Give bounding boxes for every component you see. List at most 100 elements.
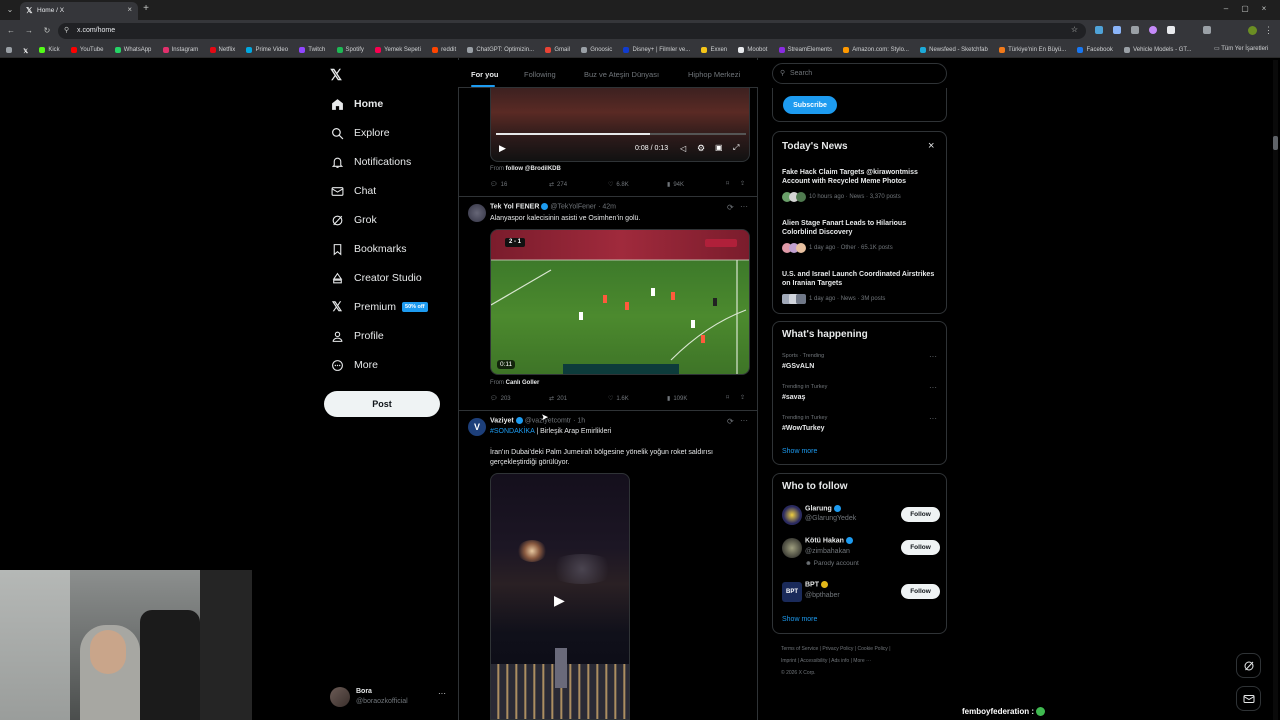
reply-button[interactable]: 💬︎ 16 bbox=[490, 181, 507, 189]
show-more-link[interactable]: Show more bbox=[782, 448, 817, 455]
forward-icon[interactable]: → bbox=[25, 27, 33, 35]
like-button[interactable]: ♡ 6.8K bbox=[608, 181, 629, 189]
bookmark-item[interactable]: StreamElements bbox=[778, 42, 832, 57]
nav-profile[interactable]: Profile bbox=[330, 325, 384, 347]
bookmark-item[interactable]: WhatsApp bbox=[114, 42, 151, 57]
bookmark-item[interactable]: Türkiye'nin En Büyü... bbox=[999, 42, 1066, 57]
nav-grok[interactable]: Grok bbox=[330, 209, 377, 231]
trend-item[interactable]: #GSvALN bbox=[782, 363, 814, 370]
follow-user-name[interactable]: Kötü Hakan bbox=[805, 537, 853, 544]
bookmark-item[interactable]: Amazon.com: Stylo... bbox=[843, 42, 909, 57]
chrome-menu-icon[interactable]: ⋮ bbox=[1264, 25, 1273, 36]
post-button[interactable]: Post bbox=[324, 391, 440, 417]
tweet-more-icon[interactable]: ··· bbox=[740, 416, 748, 425]
nav-notifications[interactable]: Notifications bbox=[330, 151, 411, 173]
tweet1-video[interactable]: ▶ 0:08 / 0:13 ◁ ⚙ ▣ ⤢ bbox=[490, 86, 750, 162]
tweet3-author-name[interactable]: Vaziyet bbox=[490, 417, 514, 424]
follow-button[interactable]: Follow bbox=[901, 584, 940, 599]
bookmark-item[interactable]: Gmail bbox=[545, 42, 570, 57]
tweet2-time[interactable]: 42m bbox=[602, 203, 616, 210]
trend-item[interactable]: #WowTurkey bbox=[782, 425, 825, 432]
nav-premium[interactable]: 𝕏 Premium 50% off bbox=[330, 296, 428, 318]
grok-floating-button[interactable] bbox=[1236, 653, 1261, 678]
bookmark-item[interactable]: YouTube bbox=[70, 42, 103, 57]
bookmark-item[interactable]: Moobot bbox=[738, 42, 767, 57]
search-input[interactable]: ⚲ Search bbox=[772, 63, 947, 84]
like-button[interactable]: ♡ 1.6K bbox=[608, 395, 629, 403]
follow-user-name[interactable]: BPT bbox=[805, 581, 828, 588]
profile-avatar-icon[interactable] bbox=[1248, 26, 1257, 35]
follow-button[interactable]: Follow bbox=[901, 540, 940, 555]
settings-gear-icon[interactable]: ⚙ bbox=[697, 143, 705, 154]
reply-button[interactable]: 💬︎ 203 bbox=[490, 395, 511, 403]
nav-more[interactable]: More bbox=[330, 354, 378, 376]
follow-button[interactable]: Follow bbox=[901, 507, 940, 522]
footer-link[interactable]: Terms of Service bbox=[781, 646, 818, 652]
bookmark-item[interactable]: Disney+ | Filmler ve... bbox=[623, 42, 690, 57]
bookmark-x-icon[interactable]: 𝕏 bbox=[23, 44, 28, 58]
bookmark-action-icon[interactable]: ⌑ bbox=[726, 394, 729, 401]
tweet2-video[interactable]: 2 - 1 0:11 bbox=[490, 229, 750, 375]
play-icon[interactable]: ▶ bbox=[499, 143, 506, 154]
bookmark-item[interactable]: reddit bbox=[432, 42, 456, 57]
trend-more-icon[interactable]: ··· bbox=[929, 414, 937, 423]
pip-icon[interactable]: ▣ bbox=[715, 143, 723, 152]
page-scrollbar[interactable] bbox=[1273, 60, 1278, 720]
trend-more-icon[interactable]: ··· bbox=[929, 352, 937, 361]
show-more-link[interactable]: Show more bbox=[782, 616, 817, 623]
repost-button[interactable]: ⇄ 274 bbox=[549, 181, 567, 189]
tab-close-icon[interactable]: × bbox=[127, 5, 132, 14]
all-bookmarks-button[interactable]: ▭ Tüm Yer İşaretleri bbox=[1214, 45, 1268, 52]
trend-item[interactable]: #savaş bbox=[782, 394, 805, 401]
repost-button[interactable]: ⇄ 201 bbox=[549, 395, 567, 403]
tweet2-author-name[interactable]: Tek Yol FENER bbox=[490, 203, 539, 210]
avatar[interactable] bbox=[782, 505, 802, 525]
footer-link[interactable]: Cookie Policy bbox=[858, 646, 888, 652]
bookmark-item[interactable]: Prime Video bbox=[246, 42, 288, 57]
nav-creator-studio[interactable]: Creator Studio bbox=[330, 267, 422, 289]
bookmark-item[interactable]: Exxen bbox=[701, 42, 727, 57]
tweet3-hashtag[interactable]: #SONDAKİKA bbox=[490, 428, 534, 435]
apps-icon[interactable] bbox=[6, 42, 12, 57]
tab-search-icon[interactable]: ⌄ bbox=[6, 6, 14, 14]
browser-tab[interactable]: 𝕏 Home / X × bbox=[20, 2, 138, 20]
bookmark-item[interactable]: Spotify bbox=[336, 42, 364, 57]
volume-icon[interactable]: ◁ bbox=[680, 144, 686, 153]
bookmark-item[interactable]: Newsfeed - Sketchfab bbox=[920, 42, 988, 57]
news-item-title[interactable]: U.S. and Israel Launch Coordinated Airst… bbox=[782, 270, 937, 288]
extension-icon[interactable] bbox=[1095, 26, 1103, 34]
tweet-more-icon[interactable]: ··· bbox=[740, 202, 748, 211]
avatar[interactable] bbox=[782, 538, 802, 558]
extensions-puzzle-icon[interactable] bbox=[1203, 26, 1211, 34]
tab-hiphop-merkezi[interactable]: Hiphop Merkezi bbox=[688, 70, 740, 79]
tab-buz-ve-atesin-dunyasi[interactable]: Buz ve Ateşin Dünyası bbox=[584, 70, 659, 79]
footer-link[interactable]: Accessibility bbox=[800, 658, 827, 664]
bookmark-item[interactable]: Netflix bbox=[209, 42, 235, 57]
footer-link[interactable]: More ··· bbox=[853, 658, 871, 664]
bookmark-item[interactable]: Facebook bbox=[1077, 42, 1113, 57]
tweet2-handle[interactable]: @TekYolFener bbox=[550, 203, 596, 210]
bookmark-item[interactable]: ChatGPT: Optimizin... bbox=[467, 42, 534, 57]
trend-more-icon[interactable]: ··· bbox=[929, 383, 937, 392]
share-icon[interactable]: ⇪ bbox=[740, 180, 745, 187]
bookmark-star-icon[interactable]: ☆ bbox=[1071, 25, 1078, 34]
subscribe-button[interactable]: Subscribe bbox=[783, 96, 837, 114]
nav-chat[interactable]: Chat bbox=[330, 180, 376, 202]
footer-link[interactable]: Imprint bbox=[781, 658, 796, 664]
views-button[interactable]: ▮ 109K bbox=[667, 395, 687, 403]
url-input[interactable]: ⚲ x.com/home ☆ bbox=[58, 23, 1086, 39]
close-window-icon[interactable]: × bbox=[1260, 5, 1268, 13]
bookmark-item[interactable]: Instagram bbox=[162, 42, 198, 57]
maximize-icon[interactable]: ▢ bbox=[1241, 5, 1249, 13]
new-tab-icon[interactable]: + bbox=[142, 4, 150, 14]
tweet1-from-source[interactable]: follow @BrodilKDB bbox=[506, 166, 561, 172]
grok-tweet-icon[interactable]: ⟳ bbox=[727, 417, 734, 426]
bookmark-item[interactable]: Vehicle Models - GT... bbox=[1124, 42, 1191, 57]
minimize-icon[interactable]: – bbox=[1222, 5, 1230, 13]
fullscreen-icon[interactable]: ⤢ bbox=[733, 143, 739, 153]
avatar[interactable] bbox=[468, 204, 486, 222]
footer-link[interactable]: Ads info bbox=[831, 658, 849, 664]
bookmark-item[interactable]: Kick bbox=[39, 42, 60, 57]
news-item-title[interactable]: Fake Hack Claim Targets @kirawontmiss Ac… bbox=[782, 168, 937, 186]
bookmark-item[interactable]: Yemek Sepeti bbox=[375, 42, 421, 57]
